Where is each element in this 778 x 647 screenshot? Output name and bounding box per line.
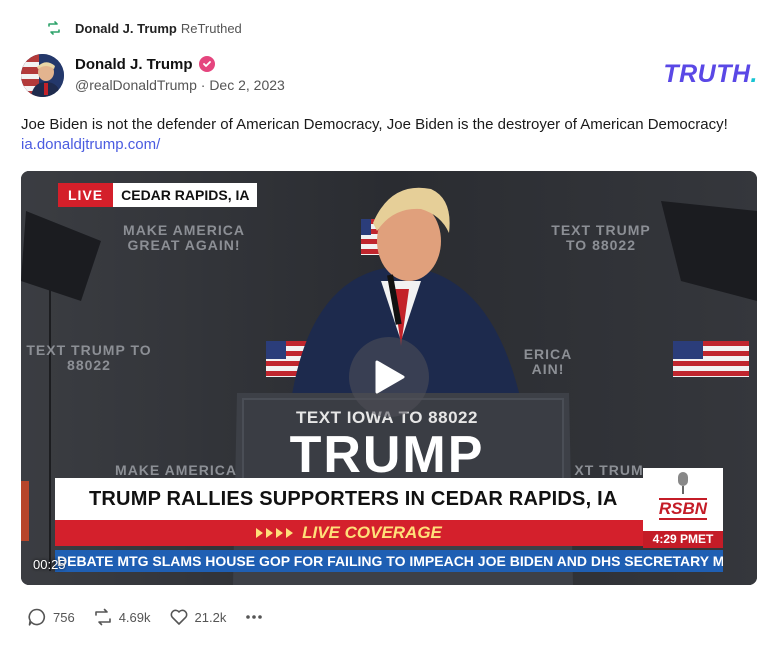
play-button[interactable] [349,337,429,417]
wall-sign-left-low: MAKE AMERICA [115,462,237,478]
verified-badge-icon [198,56,215,72]
live-badge: LIVE CEDAR RAPIDS, IA [58,183,258,207]
retruth-button[interactable]: 4.69k [93,607,151,627]
arrows-icon [256,528,294,538]
wall-sign-right-top: TEXT TRUMP TO 88022 [551,222,651,253]
wall-sign-left-mid: TEXT TRUMP TO 88022 [26,342,152,373]
post-body: Joe Biden is not the defender of America… [21,115,741,155]
live-location: CEDAR RAPIDS, IA [121,187,250,203]
network-time: 4:29 PMET [643,531,723,548]
video-player[interactable]: LIVE CEDAR RAPIDS, IA MAKE AMERICA GREAT… [21,171,757,585]
author-name[interactable]: Donald J. Trump [75,56,193,73]
author-meta: @realDonaldTrump · Dec 2, 2023 [75,77,285,93]
lower-third-coverage: LIVE COVERAGE [55,520,643,546]
more-button[interactable] [244,607,264,627]
like-count: 21.2k [194,609,227,625]
network-logo: RSBN [658,498,708,520]
truth-logo[interactable]: TRUTH. [663,60,758,89]
post-text: Joe Biden is not the defender of America… [21,116,728,133]
more-icon [246,615,263,619]
reply-count: 756 [53,609,75,625]
truth-logo-text: TRUTH [663,60,751,88]
meta-separator: · [196,77,210,93]
post-actions: 756 4.69k 21.2k [27,606,282,628]
heart-icon [170,609,187,625]
like-button[interactable]: 21.2k [169,607,227,627]
truth-logo-dot: . [750,60,758,88]
news-ticker: DEBATE MTG SLAMS HOUSE GOP FOR FAILING T… [55,550,723,572]
lower-third: TRUMP RALLIES SUPPORTERS IN CEDAR RAPIDS… [55,478,643,548]
podium-text-main: TRUMP [289,426,485,484]
retruth-count: 4.69k [118,609,151,625]
avatar[interactable] [21,54,64,97]
coverage-label: LIVE COVERAGE [302,523,442,542]
retruth-label: ReTruthed [180,20,242,36]
lower-third-headline: TRUMP RALLIES SUPPORTERS IN CEDAR RAPIDS… [55,478,643,520]
retruth-user[interactable]: Donald J. Trump [75,21,177,36]
post-link[interactable]: ia.donaldjtrump.com/ [21,136,160,153]
wall-sign-right-low: XT TRUM [574,462,644,478]
reply-button[interactable]: 756 [27,607,75,627]
play-icon [375,360,405,394]
network-bug: RSBN 4:29 PMET [643,468,723,548]
wall-sign-left-top: MAKE AMERICA GREAT AGAIN! [123,222,245,253]
retruth-icon [94,608,111,626]
retruth-icon [48,21,60,35]
video-timecode: 00:25 [33,557,66,572]
microphone-icon [678,472,688,494]
wall-sign-right-mid: ERICA AIN! [523,346,573,377]
author-block: Donald J. Trump @realDonaldTrump · Dec 2… [75,53,285,94]
reply-icon [28,608,46,626]
retruth-header: Donald J. Trump ReTruthed [47,18,242,38]
author-handle[interactable]: @realDonaldTrump [75,77,197,93]
live-label: LIVE [58,183,114,207]
post-date[interactable]: Dec 2, 2023 [209,77,285,93]
